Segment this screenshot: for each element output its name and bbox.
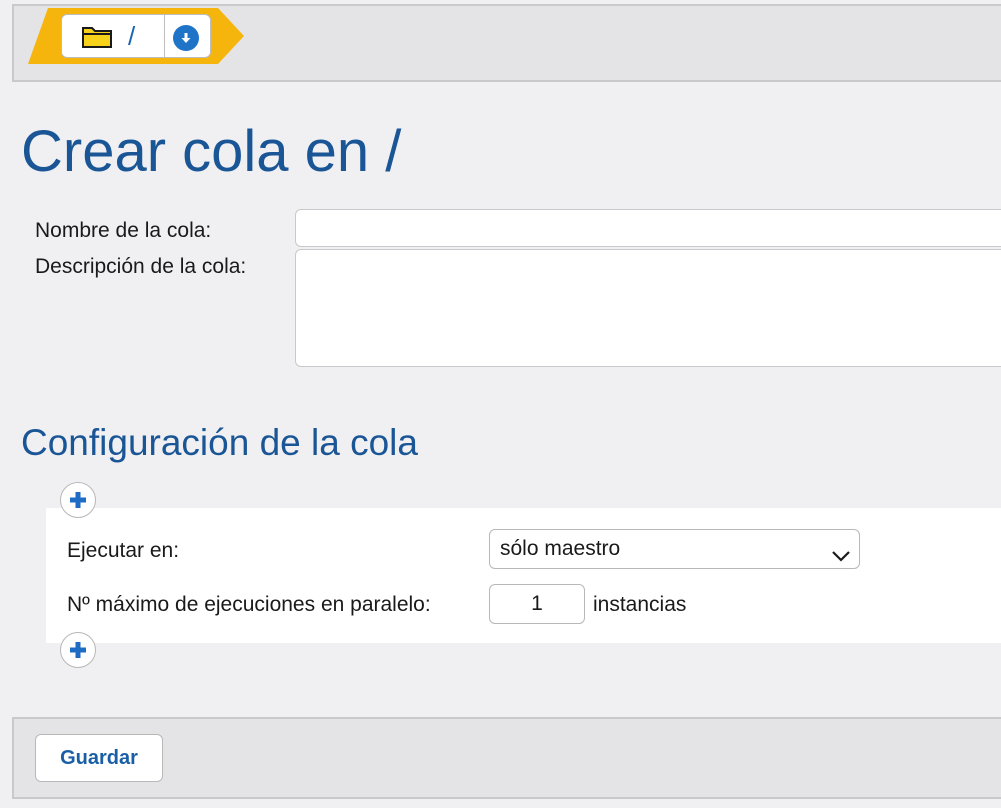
max-parallel-input[interactable]: 1 — [489, 584, 585, 624]
chevron-down-icon — [831, 540, 851, 578]
folder-icon[interactable] — [82, 24, 112, 48]
breadcrumb-divider — [164, 15, 165, 57]
queue-description-textarea[interactable] — [295, 249, 1001, 367]
page-title: Crear cola en / — [21, 119, 402, 184]
run-on-select[interactable]: sólo maestro — [489, 529, 860, 569]
plus-icon — [70, 492, 86, 508]
queue-name-input[interactable] — [295, 209, 1001, 247]
plus-icon — [70, 642, 86, 658]
max-parallel-unit: instancias — [593, 593, 687, 616]
breadcrumb-path[interactable]: / — [128, 21, 135, 52]
run-on-label: Ejecutar en: — [67, 539, 180, 562]
download-icon[interactable] — [173, 25, 199, 51]
run-on-value: sólo maestro — [500, 537, 621, 560]
max-parallel-label: Nº máximo de ejecuciones en paralelo: — [67, 593, 431, 616]
breadcrumb[interactable]: / — [61, 14, 211, 58]
save-button[interactable]: Guardar — [35, 734, 163, 782]
add-config-button-top[interactable] — [60, 482, 96, 518]
config-section-title: Configuración de la cola — [21, 422, 418, 463]
queue-description-label: Descripción de la cola: — [35, 255, 247, 278]
add-config-button-bottom[interactable] — [60, 632, 96, 668]
queue-name-label: Nombre de la cola: — [35, 219, 212, 242]
